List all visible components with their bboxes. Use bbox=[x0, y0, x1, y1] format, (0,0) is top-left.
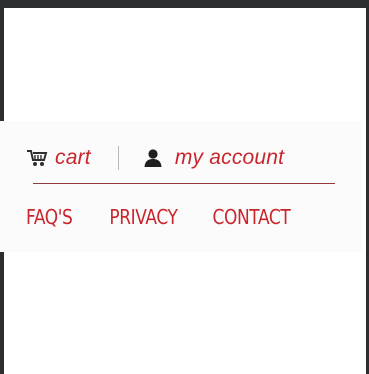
privacy-link[interactable]: PRIVACY bbox=[109, 206, 178, 230]
footer-nav: FAQ'S PRIVACY CONTACT bbox=[26, 206, 291, 230]
header-band bbox=[0, 121, 362, 252]
cart-link[interactable]: cart bbox=[27, 146, 91, 170]
account-bar: cart my account bbox=[27, 144, 347, 172]
faq-link[interactable]: FAQ'S bbox=[26, 206, 73, 230]
header-separator bbox=[117, 146, 119, 170]
divider-line bbox=[33, 183, 335, 184]
contact-link[interactable]: CONTACT bbox=[213, 206, 291, 230]
cart-label: cart bbox=[55, 146, 91, 169]
my-account-label: my account bbox=[174, 146, 285, 169]
user-icon bbox=[143, 148, 163, 168]
my-account-link[interactable]: my account bbox=[143, 146, 284, 170]
shopping-cart-icon bbox=[27, 149, 49, 167]
